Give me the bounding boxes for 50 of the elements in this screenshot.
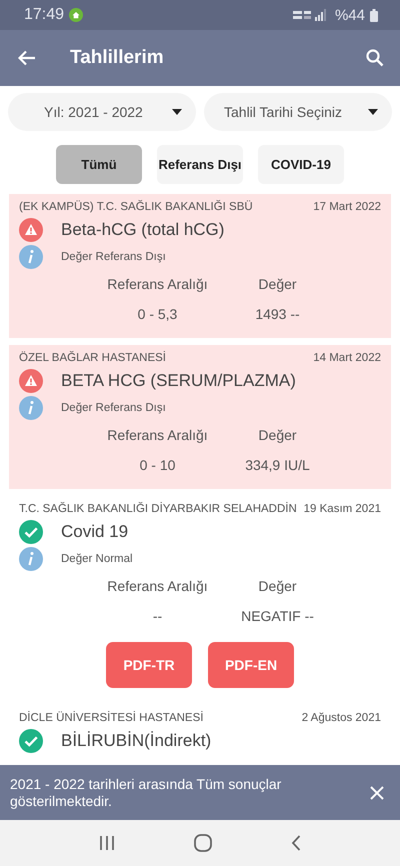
result-status: Değer Referans Dışı (61, 251, 166, 263)
result-value: NEGATIF -- (241, 608, 314, 624)
hospital-name: T.C. SAĞLIK BAKANLIĞI DİYARBAKIR SELAHADDİN (19, 503, 297, 515)
filter-dropdown[interactable]: Yıl: 2021 - 2022 (8, 93, 196, 131)
reference-range: 0 - 5,3 (138, 306, 178, 322)
caret-icon (368, 109, 378, 115)
result-date: 14 Mart 2022 (313, 352, 381, 364)
hospital-name: (EK KAMPÜS) T.C. SAĞLIK BAKANLIĞI SBÜ (19, 201, 253, 213)
column-header: Değer (258, 578, 297, 594)
result-status: Değer Referans Dışı (61, 402, 166, 414)
column-header: Referans Aralığı (107, 427, 208, 443)
back-icon[interactable] (290, 835, 301, 851)
caret-icon (172, 109, 182, 115)
result-value: 1493 -- (255, 306, 300, 322)
close-icon[interactable] (370, 786, 384, 800)
reference-range: 0 - 10 (140, 457, 176, 473)
column-header: Değer (258, 427, 297, 443)
home-button-icon[interactable] (194, 834, 212, 852)
test-name: Covid 19 (61, 522, 128, 542)
search-icon[interactable] (366, 49, 384, 67)
result-date: 17 Mart 2022 (313, 201, 381, 213)
column-header: Referans Aralığı (107, 578, 208, 594)
info-icon (19, 245, 43, 269)
filter-dropdown[interactable]: Tahlil Tarihi Seçiniz (204, 93, 392, 131)
filter-tab[interactable]: Referans Dışı (157, 145, 243, 184)
result-date: 2 Ağustos 2021 (302, 712, 381, 724)
column-header: Değer (258, 276, 297, 292)
home-icon (69, 8, 84, 22)
battery-level: %44 (334, 6, 365, 24)
recent-apps-icon[interactable] (99, 836, 116, 850)
result-status: Değer Normal (61, 553, 133, 565)
status-time: 17:49 (24, 6, 64, 24)
test-name: Beta-hCG (total hCG) (61, 220, 224, 240)
result-date: 19 Kasım 2021 (304, 503, 381, 515)
hospital-name: ÖZEL BAĞLAR HASTANESİ (19, 352, 166, 364)
battery-icon (370, 8, 378, 22)
result-value: 334,9 IU/L (245, 457, 310, 473)
column-header: Referans Aralığı (107, 276, 208, 292)
filter-tab[interactable]: Tümü (56, 145, 142, 184)
reference-range: -- (152, 608, 162, 624)
signal-icon (292, 9, 327, 21)
test-name: BİLİRUBİN(İndirekt) (61, 731, 212, 751)
test-name: BETA HCG (SERUM/PLAZMA) (61, 371, 296, 391)
info-icon (19, 396, 43, 420)
info-icon (19, 547, 43, 571)
filter-tab[interactable]: COVID-19 (258, 145, 344, 184)
snackbar-message: 2021 - 2022 tarihleri arasında Tüm sonuçlar gösterilmektedir. (10, 776, 282, 810)
back-arrow-icon[interactable] (18, 50, 36, 66)
screen-title: Tahlillerim (70, 47, 165, 69)
hospital-name: DİCLE ÜNİVERSİTESİ HASTANESİ (19, 712, 204, 724)
